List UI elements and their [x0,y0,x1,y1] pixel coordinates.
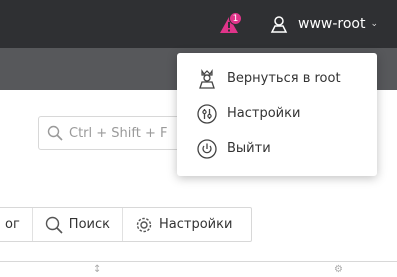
power-icon [196,138,218,160]
gear-icon [135,216,153,234]
toolbar: ог Поиск Настройки [0,207,252,242]
menu-item-logout[interactable]: Выйти [177,131,377,166]
menu-item-label: Вернуться в root [227,71,341,86]
user-name: www-root [298,16,366,32]
search-icon [45,216,63,234]
sort-icon: ↕ [93,264,102,275]
menu-item-label: Настройки [227,106,301,121]
toolbar-settings-label: Настройки [158,217,233,232]
notification-badge: 1 [229,12,242,25]
user-icon [270,16,288,33]
toolbar-search-button[interactable]: Поиск [33,208,123,241]
user-menu-toggle[interactable]: www-root ⌄ [270,12,378,36]
toolbar-settings-button[interactable]: Настройки [123,208,244,241]
gear-icon: ⚙ [334,264,343,275]
admin-icon [196,68,218,90]
notifications-button[interactable]: 1 [219,12,242,36]
toolbar-first-label: ог [5,217,20,232]
menu-item-label: Выйти [227,141,271,156]
toolbar-search-label: Поиск [68,217,110,232]
menu-item-return-root[interactable]: Вернуться в root [177,61,377,96]
menu-item-settings[interactable]: Настройки [177,96,377,131]
table-header: ↕ ⚙ [0,261,397,277]
chevron-down-icon: ⌄ [370,19,379,29]
settings-icon [196,103,218,125]
search-icon [47,125,63,141]
top-bar: 1 www-root ⌄ [0,0,397,48]
user-dropdown-menu: Вернуться в root Настройки Выйти [177,53,377,176]
toolbar-item-first[interactable]: ог [0,208,33,241]
